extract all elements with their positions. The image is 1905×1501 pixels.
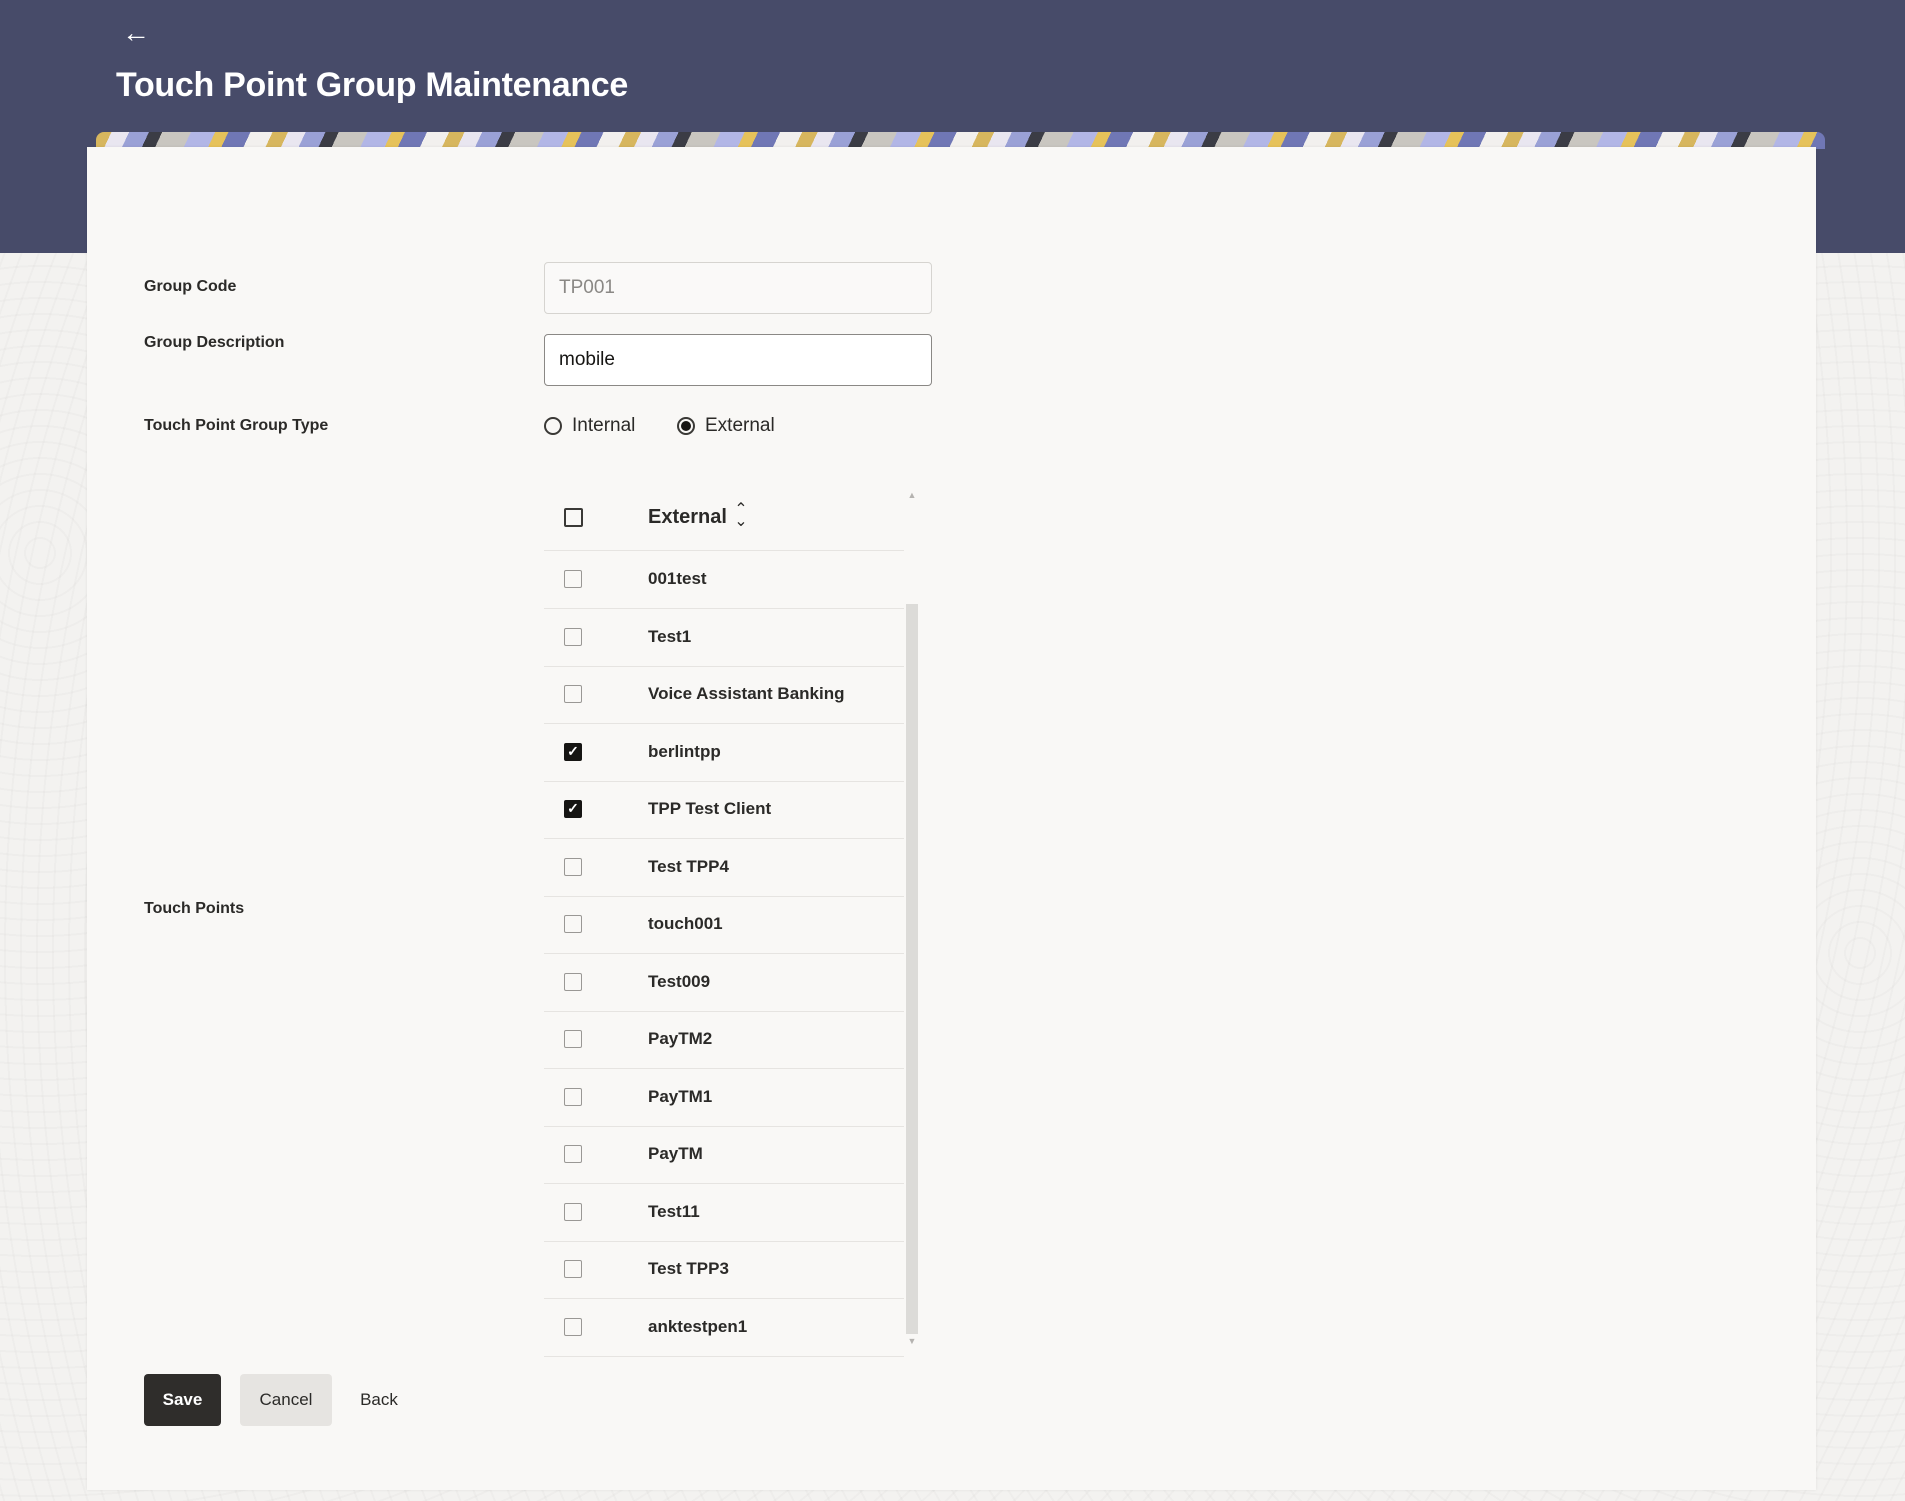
group-code-label: Group Code	[144, 278, 237, 295]
table-row[interactable]: PayTM	[544, 1126, 904, 1184]
table-row[interactable]: Test11	[544, 1184, 904, 1242]
table-row[interactable]: ✓ berlintpp	[544, 724, 904, 782]
arrow-left-icon[interactable]: ←	[122, 18, 152, 48]
row-name: anktestpen1	[648, 1316, 748, 1336]
row-checkbox[interactable]	[564, 972, 582, 991]
row-name: touch001	[648, 914, 723, 933]
scroll-up-icon[interactable]: ▲	[906, 490, 918, 500]
radio-external[interactable]: External	[677, 415, 775, 437]
table-row[interactable]: Test TPP4	[544, 839, 904, 897]
radio-internal-button[interactable]	[544, 417, 562, 435]
row-checkbox[interactable]: ✓	[564, 742, 582, 761]
select-all-checkbox[interactable]	[564, 508, 583, 527]
row-checkbox[interactable]	[564, 1087, 582, 1106]
row-checkbox[interactable]	[564, 570, 582, 588]
row-name: Voice Assistant Banking	[648, 684, 845, 703]
row-checkbox[interactable]	[564, 857, 582, 876]
row-name: Test11	[648, 1201, 700, 1221]
row-checkbox[interactable]	[564, 915, 582, 933]
table-row[interactable]: Test1	[544, 609, 904, 667]
sort-icon[interactable]: ⌃ ⌄	[734, 502, 748, 530]
row-name: berlintpp	[648, 741, 721, 761]
radio-internal[interactable]: Internal	[544, 415, 635, 437]
row-checkbox[interactable]	[564, 1317, 582, 1336]
row-name: PayTM2	[648, 1029, 713, 1048]
row-checkbox[interactable]	[564, 1202, 582, 1221]
row-name: Test TPP3	[648, 1259, 729, 1278]
row-name: Test1	[648, 626, 692, 646]
group-description-label: Group Description	[144, 334, 285, 351]
table-row[interactable]: 001test	[544, 551, 904, 609]
back-button[interactable]: Back	[349, 1374, 409, 1426]
row-name: PayTM	[648, 1144, 703, 1163]
row-name: Test009	[648, 971, 711, 991]
row-name: Test TPP4	[648, 856, 729, 876]
table-row[interactable]: ✓ TPP Test Client	[544, 781, 904, 839]
radio-external-label: External	[705, 415, 775, 436]
table-row[interactable]: anktestpen1	[544, 1299, 904, 1357]
row-name: TPP Test Client	[648, 799, 772, 818]
group-description-input[interactable]: mobile	[544, 334, 932, 386]
save-button[interactable]: Save	[144, 1374, 221, 1426]
row-checkbox[interactable]	[564, 1145, 582, 1163]
radio-selected-dot	[681, 421, 691, 431]
row-checkbox[interactable]: ✓	[564, 800, 582, 818]
radio-internal-label: Internal	[572, 415, 636, 436]
scroll-down-icon[interactable]: ▼	[906, 1336, 918, 1346]
table-row[interactable]: touch001	[544, 896, 904, 954]
form-card: Group Code TP001 Group Description mobil…	[87, 147, 1816, 1490]
table-row[interactable]: PayTM1	[544, 1069, 904, 1127]
column-header-external: External	[648, 506, 727, 528]
group-code-input: TP001	[544, 262, 932, 314]
touch-points-table: External ⌃ ⌄ 001test Test1 Voice Assistant …	[544, 484, 920, 1357]
row-name: PayTM1	[648, 1086, 713, 1106]
table-row[interactable]: Voice Assistant Banking	[544, 666, 904, 724]
table-row[interactable]: PayTM2	[544, 1011, 904, 1069]
row-checkbox[interactable]	[564, 685, 582, 703]
row-checkbox[interactable]	[564, 627, 582, 646]
table-row[interactable]: Test009	[544, 954, 904, 1012]
table-row[interactable]: Test TPP3	[544, 1241, 904, 1299]
page-title: Touch Point Group Maintenance	[116, 66, 629, 104]
touch-points-label: Touch Points	[144, 900, 245, 917]
cancel-button[interactable]: Cancel	[240, 1374, 332, 1426]
row-checkbox[interactable]	[564, 1260, 582, 1278]
row-name: 001test	[648, 569, 707, 588]
radio-external-button[interactable]	[677, 417, 695, 435]
row-checkbox[interactable]	[564, 1030, 582, 1048]
table-header: External ⌃ ⌄	[544, 484, 904, 551]
scrollbar[interactable]	[906, 604, 918, 1334]
group-type-label: Touch Point Group Type	[144, 417, 329, 434]
